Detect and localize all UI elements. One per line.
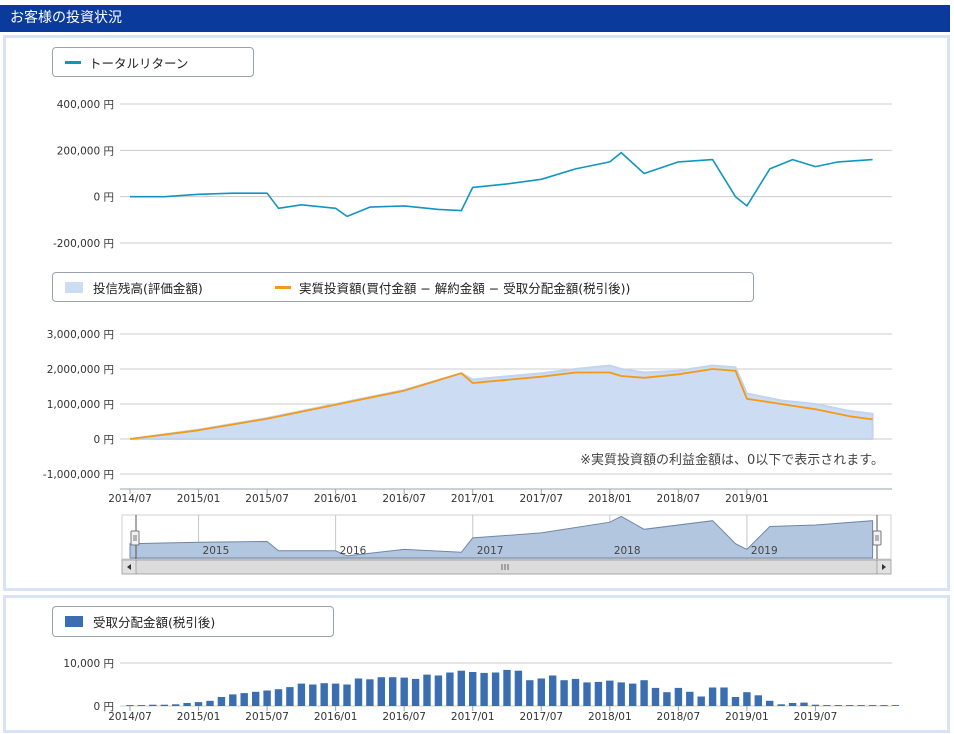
total-return-legend: トータルリターン — [52, 47, 254, 77]
legend-label: 投信残高(評価金額) — [93, 280, 203, 296]
legend-label: トータルリターン — [89, 55, 189, 71]
investment-chart-panel — [3, 35, 950, 591]
legend-area-swatch — [65, 281, 83, 293]
legend-item-net-investment[interactable]: 実質投資額(買付金額 − 解約金額 − 受取分配金額(税引後)) — [275, 273, 630, 301]
distribution-legend: 受取分配金額(税引後) — [52, 606, 334, 637]
legend-item-distribution[interactable]: 受取分配金額(税引後) — [65, 607, 215, 636]
legend-line-swatch — [275, 285, 291, 289]
legend-bar-swatch — [65, 616, 83, 627]
legend-item-fund-balance[interactable]: 投信残高(評価金額) — [65, 273, 203, 301]
page-title: お客様の投資状況 — [10, 10, 122, 26]
page-header: お客様の投資状況 — [0, 5, 950, 32]
legend-item-total-return[interactable]: トータルリターン — [65, 48, 188, 76]
legend-line-swatch — [65, 60, 81, 64]
legend-label: 受取分配金額(税引後) — [93, 615, 216, 630]
balance-legend: 投信残高(評価金額) 実質投資額(買付金額 − 解約金額 − 受取分配金額(税引… — [52, 272, 754, 302]
legend-label: 実質投資額(買付金額 − 解約金額 − 受取分配金額(税引後)) — [299, 280, 631, 296]
